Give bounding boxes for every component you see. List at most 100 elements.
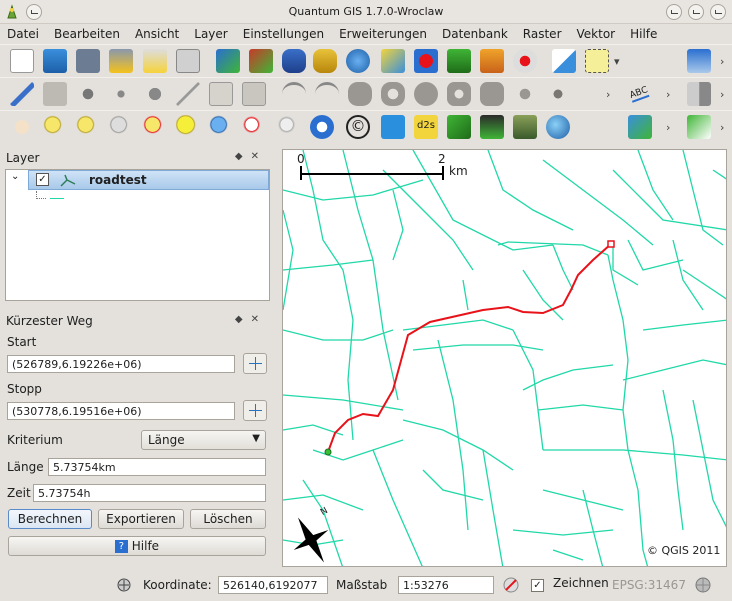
menu-einstellungen[interactable]: Einstellungen — [236, 24, 332, 44]
layers-panel-controls[interactable]: ◆✕ — [235, 151, 267, 162]
move-feature-icon[interactable] — [109, 82, 133, 106]
scale-bar-icon[interactable] — [381, 115, 405, 139]
zoom-layer-icon[interactable] — [176, 115, 200, 139]
toolbar-2-more-b-icon[interactable]: › — [666, 88, 670, 101]
add-gps-icon[interactable] — [480, 49, 504, 73]
save-edits-icon[interactable] — [43, 82, 67, 106]
zoom-native-icon[interactable] — [209, 115, 233, 139]
select-dropdown-icon[interactable]: ▾ — [614, 55, 620, 68]
identify-icon[interactable] — [552, 49, 576, 73]
d2s-icon[interactable]: d2s — [414, 115, 438, 139]
menu-ansicht[interactable]: Ansicht — [128, 24, 187, 44]
add-delimited-text-icon[interactable] — [513, 49, 537, 73]
globe-icon[interactable] — [546, 115, 570, 139]
crs-globe-icon[interactable] — [694, 576, 712, 594]
length-field[interactable]: 5.73754km — [48, 458, 266, 476]
label-abc-icon[interactable]: ABC — [628, 82, 654, 106]
georeferencer-icon[interactable] — [687, 115, 711, 139]
add-vector-layer-icon[interactable] — [216, 49, 240, 73]
new-project-icon[interactable] — [10, 49, 34, 73]
save-project-icon[interactable] — [76, 49, 100, 73]
refresh-icon[interactable] — [310, 115, 334, 139]
menu-datei[interactable]: Datei — [0, 24, 47, 44]
print-composer-icon[interactable] — [143, 49, 167, 73]
new-shapefile-icon[interactable] — [381, 49, 405, 73]
zoom-last-icon[interactable] — [242, 115, 266, 139]
select-features-icon[interactable] — [585, 49, 609, 73]
criterion-select[interactable]: Länge ▼ — [141, 430, 266, 450]
layer-item-roadtest[interactable]: ✓ roadtest — [28, 170, 269, 190]
close-icon[interactable] — [710, 4, 726, 20]
stop-pick-button[interactable] — [243, 400, 267, 421]
scale-field[interactable]: 1:53276 — [398, 576, 494, 594]
reshape-features-icon[interactable] — [513, 82, 537, 106]
raster-align-icon[interactable] — [687, 82, 711, 106]
help-button[interactable]: ? Hilfe — [8, 536, 266, 556]
menu-layer[interactable]: Layer — [187, 24, 235, 44]
render-checkbox[interactable]: ✓ — [531, 579, 544, 592]
menu-bearbeiten[interactable]: Bearbeiten — [47, 24, 128, 44]
toolbar-2-more-c-icon[interactable]: › — [720, 88, 724, 101]
zoom-next-icon[interactable] — [277, 115, 301, 139]
toolbar-3-more-b-icon[interactable]: › — [720, 121, 724, 134]
shortest-path-controls[interactable]: ◆✕ — [235, 314, 267, 325]
layer-visibility-checkbox[interactable]: ✓ — [36, 173, 49, 186]
delete-ring-icon[interactable] — [447, 82, 471, 106]
save-as-icon[interactable] — [109, 49, 133, 73]
copyright-label-icon[interactable]: © — [346, 115, 370, 139]
paste-features-icon[interactable] — [242, 82, 266, 106]
delete-part-icon[interactable] — [480, 82, 504, 106]
node-tool-icon[interactable] — [546, 82, 570, 106]
time-field[interactable]: 5.73754h — [33, 484, 266, 502]
collapse-toggle[interactable]: ⌄ — [11, 171, 19, 182]
add-wms-icon[interactable] — [346, 49, 370, 73]
stop-field[interactable]: (530778,6.19516e+06) — [7, 402, 235, 420]
menu-erweiterungen[interactable]: Erweiterungen — [332, 24, 435, 44]
crs-label[interactable]: EPSG:31467 — [612, 578, 686, 592]
redo-icon[interactable] — [315, 82, 339, 106]
minimize-icon[interactable] — [666, 4, 682, 20]
zoom-full-icon[interactable] — [109, 115, 133, 139]
map-canvas-icon[interactable] — [513, 115, 537, 139]
route-start-marker[interactable] — [324, 448, 332, 456]
clear-button[interactable]: Löschen — [190, 509, 266, 529]
pan-hand-icon[interactable] — [10, 115, 34, 139]
menu-raster[interactable]: Raster — [516, 24, 570, 44]
toolbar-2-more-a-icon[interactable]: › — [606, 88, 610, 101]
stop-render-icon[interactable] — [502, 576, 520, 594]
remove-layer-icon[interactable] — [414, 49, 438, 73]
menu-datenbank[interactable]: Datenbank — [435, 24, 516, 44]
add-part-icon[interactable] — [414, 82, 438, 106]
toggle-editing-icon[interactable] — [10, 82, 34, 106]
map-canvas[interactable]: 0 2 km N © QGIS 2011 — [282, 149, 727, 567]
simplify-feature-icon[interactable] — [348, 82, 372, 106]
toolbar-3-more-a-icon[interactable]: › — [666, 121, 670, 134]
delete-selected-icon[interactable] — [143, 82, 167, 106]
menu-hilfe[interactable]: Hilfe — [623, 24, 665, 44]
route-end-marker[interactable] — [607, 240, 615, 248]
zoom-out-icon[interactable] — [76, 115, 100, 139]
copy-features-icon[interactable] — [209, 82, 233, 106]
maximize-icon[interactable] — [688, 4, 704, 20]
add-raster-layer-icon[interactable] — [249, 49, 273, 73]
start-field[interactable]: (526789,6.19226e+06) — [7, 355, 235, 373]
open-project-icon[interactable] — [43, 49, 67, 73]
print-icon[interactable] — [176, 49, 200, 73]
layer-tree[interactable]: ⌄ ✓ roadtest — [5, 169, 270, 301]
add-feature-icon[interactable] — [76, 82, 100, 106]
fid-icon[interactable] — [480, 115, 504, 139]
add-ring-icon[interactable] — [381, 82, 405, 106]
add-wfs-icon[interactable] — [447, 49, 471, 73]
start-pick-button[interactable] — [243, 353, 267, 374]
toolbar-1-more-icon[interactable]: › — [720, 55, 724, 68]
add-postgis-icon[interactable] — [282, 49, 306, 73]
export-button[interactable]: Exportieren — [98, 509, 184, 529]
raster-terrain-icon[interactable] — [628, 115, 652, 139]
undo-icon[interactable] — [282, 82, 306, 106]
menu-vektor[interactable]: Vektor — [570, 24, 624, 44]
python-plugin-icon[interactable] — [687, 49, 711, 73]
zoom-in-icon[interactable] — [43, 115, 67, 139]
zoom-selection-icon[interactable] — [143, 115, 167, 139]
grass-tools-icon[interactable] — [447, 115, 471, 139]
calculate-button[interactable]: Berechnen — [8, 509, 92, 529]
